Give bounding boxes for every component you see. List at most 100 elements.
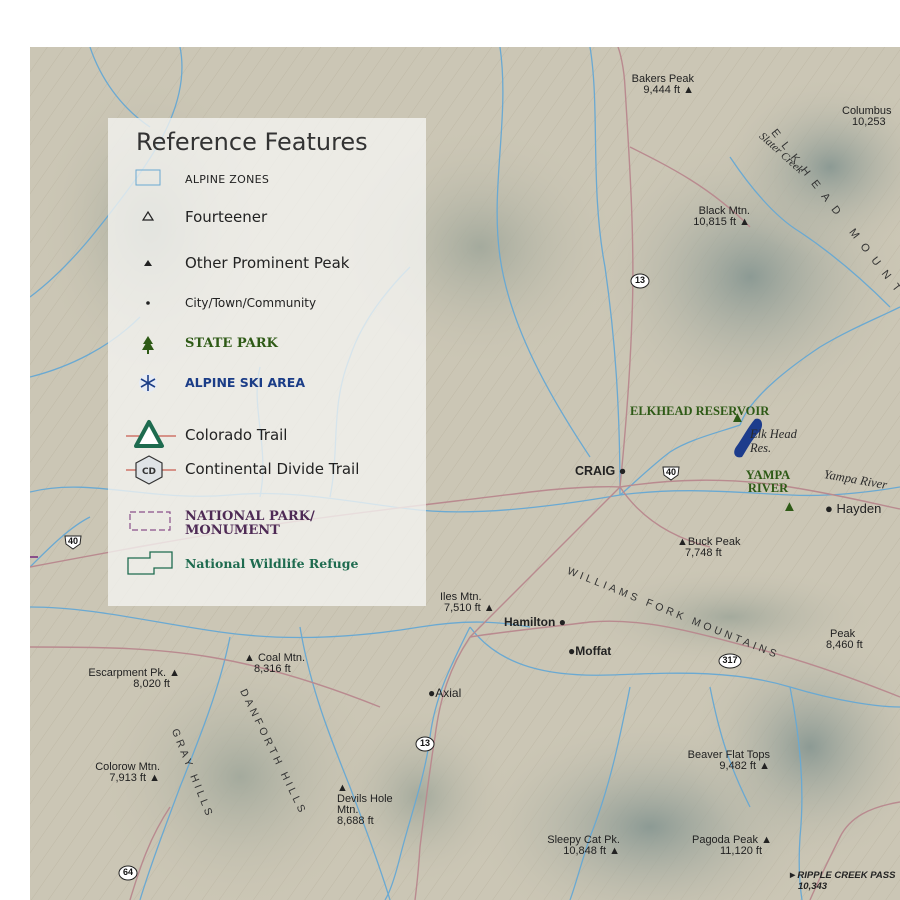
- ripple-creek-pass-elevation: 10,343: [798, 881, 828, 892]
- peak-east-elevation: 8,460 ft: [826, 639, 863, 651]
- legend-label: ALPINE SKI AREA: [185, 375, 306, 390]
- us-40-shield-east: 40: [661, 465, 681, 481]
- legend-label: ALPINE ZONES: [185, 173, 270, 186]
- pass-icon: ►: [788, 870, 798, 881]
- sleepy-cat-pk-label: Sleepy Cat Pk. 10,848 ft ▲: [510, 835, 620, 857]
- ripple-creek-pass-label: ►RIPPLE CREEK PASS 10,343: [788, 870, 895, 892]
- highway-13-shield: 13: [630, 273, 650, 289]
- beaver-flat-tops-elevation: 9,482 ft: [719, 760, 757, 772]
- iles-mtn-label: Iles Mtn. 7,510 ft ▲: [440, 592, 495, 614]
- pagoda-peak-label: Pagoda Peak ▲ 11,120 ft: [662, 835, 772, 857]
- us-40-number: 40: [67, 536, 78, 546]
- legend-item-wildlife-refuge: National Wildlife Refuge: [108, 550, 426, 580]
- pagoda-peak-elevation: 11,120 ft: [720, 845, 762, 857]
- pine-tree-icon: [126, 332, 176, 358]
- legend-item-city: City/Town/Community: [108, 290, 426, 316]
- legend-label: STATE PARK: [185, 336, 278, 351]
- black-mtn-label: Black Mtn. 10,815 ft ▲: [670, 206, 750, 228]
- elkhead-reservoir-park-label: ELKHEAD RESERVOIR: [630, 404, 770, 418]
- escarpment-pk-elevation: 8,020 ft: [133, 678, 170, 690]
- dashed-box-icon: [126, 506, 176, 540]
- legend-label: NATIONAL PARK/ MONUMENT: [185, 509, 315, 538]
- hollow-triangle-icon: [126, 204, 176, 230]
- town-dot-icon: ●: [825, 501, 833, 516]
- dot-icon: [126, 290, 176, 316]
- legend-item-fourteener: Fourteener: [108, 204, 426, 230]
- legend-label: Fourteener: [185, 208, 268, 226]
- hayden-label: ● Hayden: [825, 501, 882, 516]
- bakers-peak-elevation: 9,444 ft: [643, 84, 681, 96]
- devils-hole-mtn-label: ▲ Devils Hole Mtn. 8,688 ft: [337, 783, 407, 827]
- bakers-peak-label: Bakers Peak 9,444 ft ▲: [614, 74, 694, 96]
- devils-hole-mtn-elevation: 8,688 ft: [337, 815, 374, 827]
- highway-317-number: 317: [722, 655, 738, 665]
- solid-triangle-icon: [126, 250, 176, 276]
- snowflake-icon: [126, 370, 176, 396]
- state-park-tree-icon: ▲: [730, 409, 745, 426]
- peak-triangle-icon: ▲: [609, 845, 620, 857]
- craig-name: CRAIG: [575, 464, 616, 478]
- moffat-label: ●Moffat: [568, 644, 612, 658]
- legend-title: Reference Features: [136, 128, 368, 156]
- buck-peak-label: ▲Buck Peak 7,748 ft: [677, 537, 740, 559]
- legend-label: Continental Divide Trail: [185, 460, 360, 478]
- highway-64-shield: 64: [118, 865, 138, 881]
- town-dot-icon: ●: [558, 615, 566, 629]
- us-40-shield-west: 40: [63, 534, 83, 550]
- legend-item-other-peak: Other Prominent Peak: [108, 250, 426, 276]
- hamilton-label: Hamilton ●: [504, 615, 566, 629]
- craig-label: CRAIG ●: [575, 464, 627, 478]
- peak-triangle-icon: ▲: [683, 84, 694, 96]
- coal-mtn-label: ▲ Coal Mtn. 8,316 ft: [244, 653, 305, 675]
- iles-mtn-elevation: 7,510 ft: [444, 602, 481, 614]
- alpine-zone-box-icon: [126, 166, 176, 192]
- town-dot-icon: ●: [618, 464, 627, 478]
- hamilton-name: Hamilton: [504, 615, 556, 629]
- colorow-mtn-label: Colorow Mtn. 7,913 ft ▲: [60, 762, 160, 784]
- legend-label: National Wildlife Refuge: [185, 556, 359, 571]
- columbus-elevation: 10,253: [852, 116, 886, 128]
- legend-label: Other Prominent Peak: [185, 254, 350, 272]
- refuge-outline-icon: [126, 550, 176, 580]
- legend-label: City/Town/Community: [185, 296, 317, 310]
- buck-peak-elevation: 7,748 ft: [685, 547, 722, 559]
- peak-east-label: Peak 8,460 ft: [826, 629, 863, 651]
- sleepy-cat-pk-elevation: 10,848 ft: [563, 845, 607, 857]
- axial-name: Axial: [435, 686, 462, 700]
- us-40-number: 40: [665, 467, 676, 477]
- highway-13-shield-south: 13: [415, 736, 435, 752]
- colorow-mtn-elevation: 7,913 ft: [109, 772, 147, 784]
- peak-triangle-icon: ▲: [739, 216, 750, 228]
- highway-13-number: 13: [634, 275, 645, 285]
- peak-triangle-icon: ▲: [759, 760, 770, 772]
- elk-head-res-label: Elk Head Res.: [750, 427, 797, 455]
- svg-text:CD: CD: [142, 467, 156, 477]
- highway-64-number: 64: [122, 867, 133, 877]
- highway-13-number: 13: [419, 738, 430, 748]
- beaver-flat-tops-label: Beaver Flat Tops 9,482 ft ▲: [660, 750, 770, 772]
- legend-item-alpine-zones: ALPINE ZONES: [108, 166, 426, 192]
- escarpment-pk-label: Escarpment Pk. ▲ 8,020 ft: [70, 668, 180, 690]
- state-park-tree-icon: ▲: [782, 498, 797, 515]
- legend-label: Colorado Trail: [185, 426, 288, 444]
- peak-triangle-icon: ▲: [149, 772, 160, 784]
- legend-item-state-park: STATE PARK: [108, 332, 426, 358]
- columbus-label: Columbus 10,253: [842, 106, 892, 128]
- legend-item-cdt: CD Continental Divide Trail: [108, 454, 426, 486]
- yampa-river-park-label: YAMPA RIVER: [745, 468, 791, 495]
- legend-item-colorado-trail: Colorado Trail: [108, 418, 426, 452]
- highway-317-shield: 317: [718, 653, 742, 669]
- black-mtn-elevation: 10,815 ft: [693, 216, 737, 228]
- legend-panel: Reference Features ALPINE ZONES Fourteen…: [108, 118, 426, 606]
- legend-item-ski-area: ALPINE SKI AREA: [108, 370, 426, 396]
- devils-hole-mtn-name: Devils Hole Mtn.: [337, 793, 393, 816]
- hayden-name: Hayden: [836, 501, 882, 516]
- axial-label: ●Axial: [428, 686, 462, 700]
- legend-item-national-park: NATIONAL PARK/ MONUMENT: [108, 506, 426, 540]
- cdt-badge-icon: CD: [126, 454, 176, 486]
- peak-triangle-icon: ▲: [483, 602, 495, 614]
- ripple-creek-pass-name: RIPPLE CREEK PASS: [797, 870, 896, 881]
- moffat-name: Moffat: [575, 644, 612, 658]
- coal-mtn-elevation: 8,316 ft: [254, 663, 291, 675]
- colorado-trail-icon: [126, 418, 176, 452]
